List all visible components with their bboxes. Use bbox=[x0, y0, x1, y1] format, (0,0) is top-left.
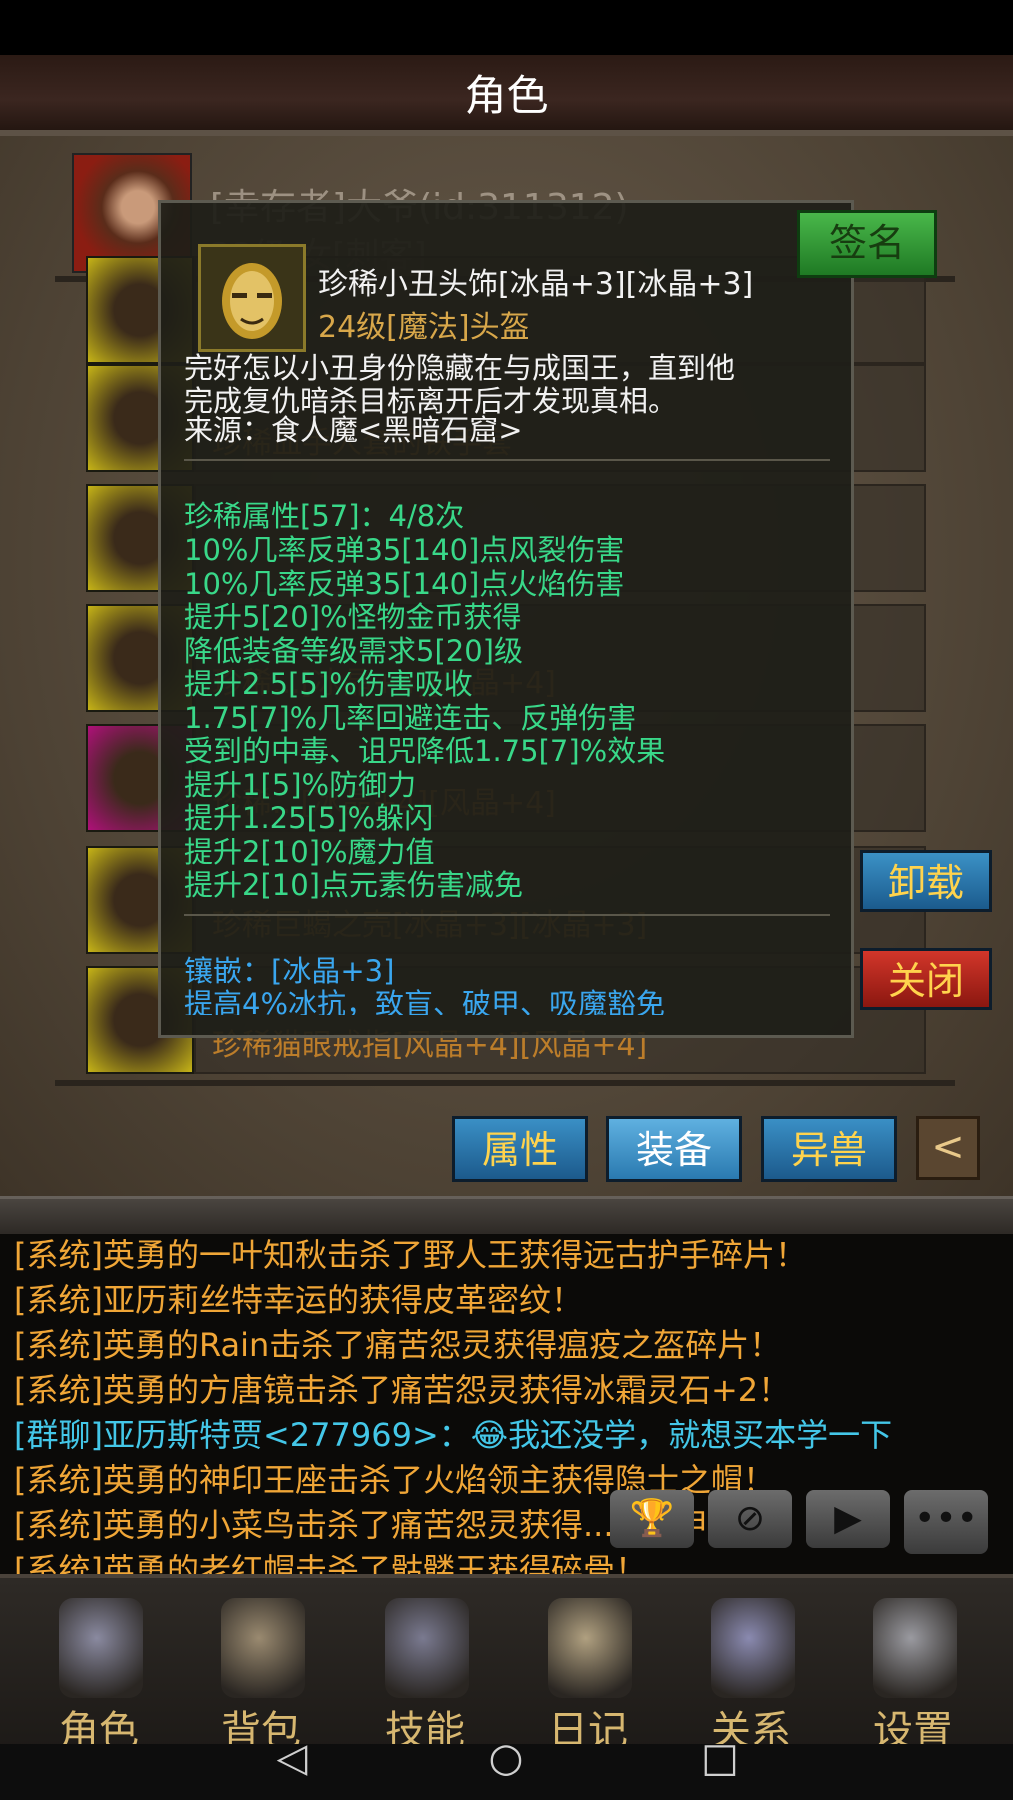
golden-mask-helmet-icon bbox=[222, 263, 282, 339]
compass-icon[interactable]: ⊘ bbox=[708, 1490, 792, 1548]
nav-item-gear[interactable]: 设置 bbox=[838, 1580, 988, 1754]
rare-attribute-line: 提升1[5]%防御力 bbox=[184, 767, 417, 802]
home-icon[interactable]: ○ bbox=[476, 1735, 536, 1781]
nav-item-handshake[interactable]: 关系 bbox=[676, 1580, 826, 1754]
item-name: 珍稀小丑头饰[冰晶+3][冰晶+3] bbox=[318, 267, 754, 302]
divider bbox=[55, 1080, 955, 1086]
rare-attribute-line: 10%几率反弹35[140]点风裂伤害 bbox=[184, 533, 625, 567]
item-source: 来源：食人魔<黑暗石窟> bbox=[184, 413, 523, 447]
helmet-icon bbox=[59, 1598, 143, 1698]
chat-message: [群聊]亚历斯特贾<277969>：😂我还没学，就想买本学一下 bbox=[14, 1416, 893, 1454]
play-icon[interactable]: ▶ bbox=[806, 1490, 890, 1548]
rare-attribute-line: 提升5[20]%怪物金币获得 bbox=[184, 600, 522, 634]
chat-message: [系统]英勇的一叶知秋击杀了野人王获得远古护手碎片！ bbox=[14, 1236, 807, 1274]
rare-attribute-line: 降低装备等级需求5[20]级 bbox=[184, 633, 523, 668]
close-button[interactable]: 关闭 bbox=[860, 948, 992, 1010]
status-bar bbox=[0, 0, 1013, 55]
back-icon[interactable]: ◁ bbox=[262, 1735, 322, 1781]
item-type: 24级[魔法]头盔 bbox=[318, 310, 530, 345]
gear-icon bbox=[873, 1598, 957, 1698]
rare-attribute-line: 提升2[10]点元素伤害减免 bbox=[184, 868, 523, 902]
rare-attribute-line: 提升2.5[5]%伤害吸收 bbox=[184, 667, 473, 701]
separator bbox=[184, 914, 830, 916]
scroll-icon bbox=[548, 1598, 632, 1698]
chat-message: [系统]英勇的小菜鸟击杀了痛苦怨灵获得...作...甲 bbox=[14, 1506, 709, 1544]
recent-apps-icon[interactable]: □ bbox=[690, 1735, 750, 1781]
tab-equipment[interactable]: 装备 bbox=[606, 1116, 742, 1182]
nav-item-spellbook[interactable]: 技能 bbox=[350, 1580, 500, 1754]
backpack-icon bbox=[221, 1598, 305, 1698]
chat-bubble-icon[interactable]: ••• bbox=[904, 1490, 988, 1554]
rare-attribute-line: 提升1.25[5]%躲闪 bbox=[184, 801, 434, 835]
rare-attribute-line: 提升2[10]%魔力值 bbox=[184, 834, 435, 869]
unequip-button[interactable]: 卸载 bbox=[860, 850, 992, 912]
tab-attributes[interactable]: 属性 bbox=[452, 1116, 588, 1182]
sign-button[interactable]: 签名 bbox=[797, 210, 937, 278]
spellbook-icon bbox=[385, 1598, 469, 1698]
rare-attribute-header: 珍稀属性[57]：4/8次 bbox=[184, 499, 465, 533]
inlay-header: 镶嵌：[冰晶+3] bbox=[184, 954, 395, 988]
trophy-icon[interactable]: 🏆 bbox=[610, 1490, 694, 1548]
rare-attribute-line: 1.75[7]%几率回避连击、反弹伤害 bbox=[184, 700, 637, 735]
tab-beast[interactable]: 异兽 bbox=[761, 1116, 897, 1182]
nav-item-backpack[interactable]: 背包 bbox=[186, 1580, 336, 1754]
separator bbox=[184, 459, 830, 461]
page-title: 角色 bbox=[464, 71, 549, 120]
chevron-left-icon[interactable]: < bbox=[916, 1116, 980, 1180]
nav-item-scroll[interactable]: 日记 bbox=[513, 1580, 663, 1754]
rare-attribute-line: 受到的中毒、诅咒降低1.75[7]%效果 bbox=[184, 734, 666, 768]
handshake-icon bbox=[711, 1598, 795, 1698]
item-image bbox=[198, 244, 306, 352]
chat-message: [系统]英勇的方唐镜击杀了痛苦怨灵获得冰霜灵石+2！ bbox=[14, 1371, 791, 1409]
inlay-effect: 提高4%冰抗，致盲、破甲、吸魔豁免 bbox=[184, 988, 666, 1015]
item-description-line: 完好怎以小丑身份隐藏在与成国王，直到他 bbox=[184, 351, 736, 385]
chat-message: [系统]亚历莉丝特幸运的获得皮革密纹！ bbox=[14, 1281, 583, 1319]
rare-attribute-line: 10%几率反弹35[140]点火焰伤害 bbox=[184, 566, 625, 601]
chat-frame bbox=[0, 1196, 1013, 1237]
chat-message: [系统]英勇的Rain击杀了痛苦怨灵获得瘟疫之盔碎片！ bbox=[14, 1326, 782, 1364]
nav-item-helmet[interactable]: 角色 bbox=[24, 1580, 174, 1754]
